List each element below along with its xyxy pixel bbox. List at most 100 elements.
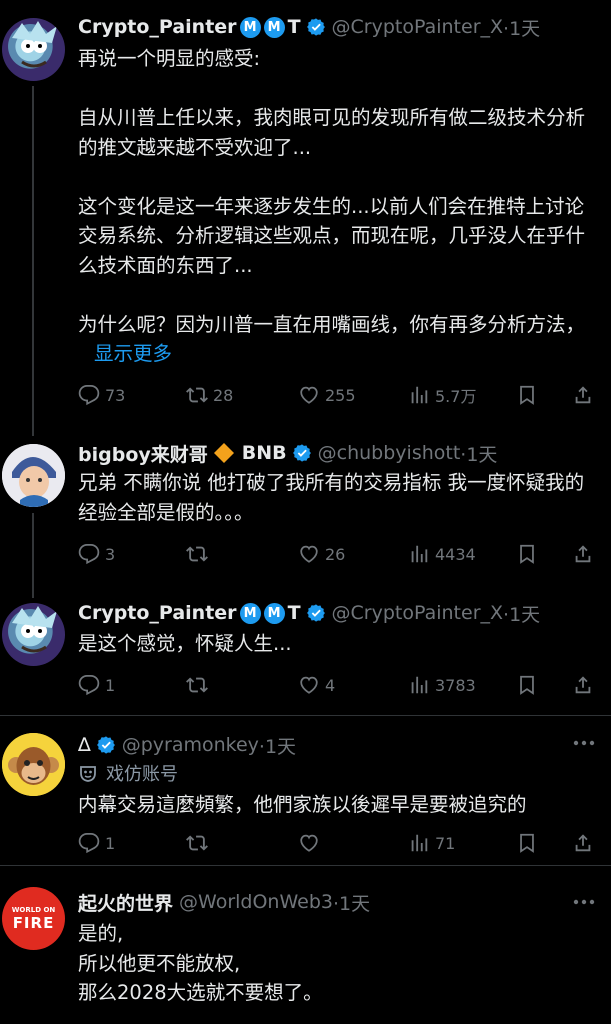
handle[interactable]: @pyramonkey bbox=[122, 734, 259, 756]
tweet[interactable]: Crypto_Painter M M T @CryptoPainter_X ·1… bbox=[0, 585, 611, 715]
like-icon bbox=[300, 676, 318, 694]
views-count: 4434 bbox=[435, 544, 476, 564]
handle[interactable]: @CryptoPainter_X bbox=[332, 602, 504, 624]
avatar[interactable] bbox=[2, 733, 65, 796]
reply-icon bbox=[78, 384, 100, 405]
more-options-icon[interactable] bbox=[573, 897, 595, 907]
avatar[interactable]: WORLD ON FIRE bbox=[2, 887, 65, 950]
verified-icon bbox=[95, 735, 116, 755]
share-icon bbox=[575, 386, 591, 404]
reply-button[interactable]: 1 bbox=[78, 832, 115, 854]
views-button[interactable]: 4434 bbox=[408, 543, 476, 565]
mask-icon bbox=[80, 766, 96, 782]
avatar-text-top: WORLD ON bbox=[11, 905, 56, 914]
views-icon bbox=[411, 676, 428, 694]
views-icon bbox=[411, 386, 428, 404]
reply-count: 1 bbox=[105, 675, 116, 695]
verified-icon bbox=[305, 17, 326, 37]
tweet-text: 是这个感觉，怀疑人生... bbox=[78, 632, 292, 655]
retweet-icon bbox=[186, 677, 208, 693]
display-name[interactable]: 起火的世界 bbox=[78, 889, 173, 916]
share-button[interactable] bbox=[572, 543, 594, 565]
share-icon bbox=[575, 545, 591, 563]
reply-button[interactable]: 3 bbox=[78, 543, 115, 565]
views-button[interactable]: 3783 bbox=[408, 674, 476, 696]
retweet-button[interactable] bbox=[186, 832, 208, 854]
tweet[interactable]: ∆ @pyramonkey ·1天 戏仿账号 内幕交易這麼頻繁，他們家族以後遲早… bbox=[0, 715, 611, 865]
parody-label: 戏仿账号 bbox=[78, 760, 178, 786]
display-name[interactable]: bigboy来财哥 bbox=[78, 440, 208, 467]
verified-icon bbox=[291, 443, 312, 463]
t-badge: T bbox=[287, 602, 301, 624]
reply-count: 73 bbox=[105, 385, 126, 405]
tweet-text-content: 再说一个明显的感受: 自从川普上任以来，我肉眼可见的发现所有做二级技术分析的推文… bbox=[78, 47, 586, 336]
timestamp[interactable]: ·1天 bbox=[259, 732, 296, 759]
timestamp[interactable]: ·1天 bbox=[503, 14, 540, 41]
share-button[interactable] bbox=[572, 674, 594, 696]
retweet-button[interactable] bbox=[186, 674, 213, 696]
avatar[interactable] bbox=[2, 18, 65, 81]
m-badge: M bbox=[263, 602, 285, 624]
avatar[interactable] bbox=[2, 444, 65, 507]
action-bar: 1 71 bbox=[78, 828, 599, 858]
divider bbox=[0, 715, 611, 716]
retweet-count: 28 bbox=[213, 385, 234, 405]
reply-count: 1 bbox=[105, 833, 116, 853]
handle[interactable]: @WorldOnWeb3 bbox=[179, 891, 333, 913]
views-count: 3783 bbox=[435, 675, 476, 695]
share-button[interactable] bbox=[572, 384, 594, 406]
reply-icon bbox=[78, 674, 100, 695]
share-icon bbox=[575, 834, 591, 852]
tweet[interactable]: Crypto_Painter M M T @CryptoPainter_X ·1… bbox=[0, 0, 611, 430]
tweet-header: ∆ @pyramonkey ·1天 bbox=[78, 730, 599, 760]
display-name[interactable]: ∆ bbox=[78, 734, 91, 756]
bookmark-icon bbox=[520, 544, 534, 564]
bookmark-button[interactable] bbox=[516, 543, 538, 565]
show-more-link[interactable]: 显示更多 bbox=[94, 342, 172, 365]
handle[interactable]: @chubbyishott bbox=[318, 442, 461, 464]
reply-button[interactable]: 1 bbox=[78, 674, 115, 696]
tweet-header: bigboy来财哥 BNB @chubbyishott ·1天 bbox=[78, 438, 599, 468]
avatar-text-main: FIRE bbox=[12, 913, 55, 932]
views-button[interactable]: 5.7万 bbox=[408, 383, 476, 407]
retweet-button[interactable] bbox=[186, 543, 213, 565]
reply-button[interactable]: 73 bbox=[78, 384, 125, 406]
like-button[interactable]: 4 bbox=[298, 674, 335, 696]
action-bar: 73 28 255 5.7万 bbox=[78, 380, 599, 410]
more-options-icon[interactable] bbox=[573, 738, 595, 748]
timestamp[interactable]: ·1天 bbox=[460, 440, 497, 467]
reply-icon bbox=[78, 832, 100, 853]
m-badge: M bbox=[263, 16, 285, 38]
bookmark-button[interactable] bbox=[516, 674, 538, 696]
bookmark-button[interactable] bbox=[516, 384, 538, 406]
tweet[interactable]: bigboy来财哥 BNB @chubbyishott ·1天 兄弟 不瞒你说 … bbox=[0, 430, 611, 585]
tweet[interactable]: WORLD ON FIRE 起火的世界 @WorldOnWeb3 ·1天 是的,… bbox=[0, 865, 611, 1024]
handle[interactable]: @CryptoPainter_X bbox=[332, 16, 504, 38]
retweet-icon bbox=[186, 546, 208, 562]
bookmark-button[interactable] bbox=[516, 832, 538, 854]
divider bbox=[0, 865, 611, 866]
avatar[interactable] bbox=[2, 603, 65, 666]
share-icon bbox=[575, 676, 591, 694]
views-button[interactable]: 71 bbox=[408, 832, 455, 854]
action-bar: 1 4 3783 bbox=[78, 670, 599, 700]
like-button[interactable] bbox=[298, 832, 320, 854]
timestamp[interactable]: ·1天 bbox=[333, 889, 370, 916]
like-button[interactable]: 26 bbox=[298, 543, 345, 565]
like-button[interactable]: 255 bbox=[298, 384, 356, 406]
display-name[interactable]: Crypto_Painter bbox=[78, 16, 237, 38]
timestamp[interactable]: ·1天 bbox=[503, 600, 540, 627]
retweet-button[interactable]: 28 bbox=[186, 384, 233, 406]
m-badge: M bbox=[239, 16, 261, 38]
tweet-text: 内幕交易這麼頻繁，他們家族以後遲早是要被追究的 bbox=[78, 793, 527, 816]
like-icon bbox=[300, 834, 318, 852]
display-name[interactable]: Crypto_Painter bbox=[78, 602, 237, 624]
reply-count: 3 bbox=[105, 544, 116, 564]
like-icon bbox=[300, 545, 318, 563]
share-button[interactable] bbox=[572, 832, 594, 854]
bookmark-icon bbox=[520, 675, 534, 695]
like-count: 255 bbox=[325, 385, 356, 405]
reply-icon bbox=[78, 543, 100, 564]
m-badge: M bbox=[239, 602, 261, 624]
action-bar: 3 26 4434 bbox=[78, 539, 599, 569]
